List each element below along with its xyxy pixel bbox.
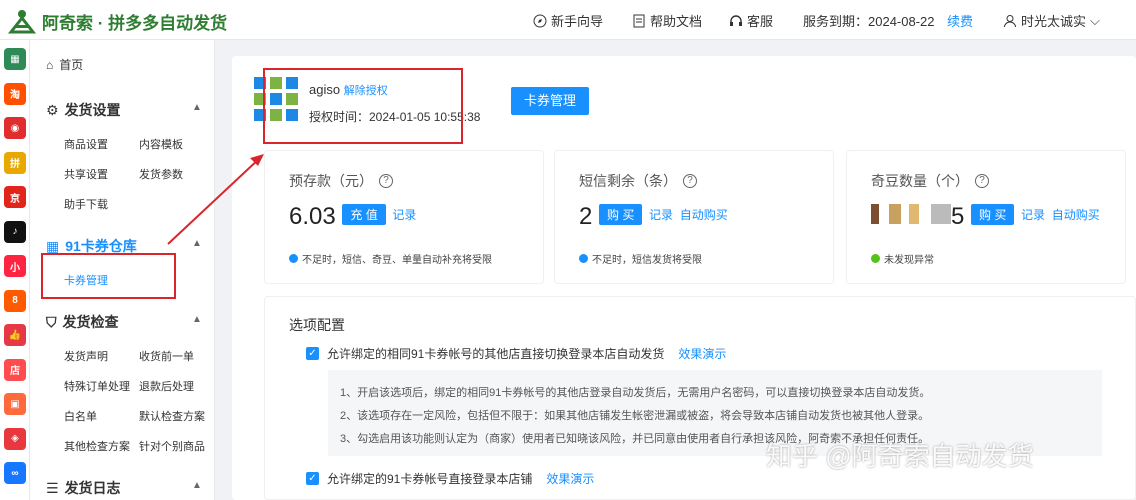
top-header: 阿奇索 · 拼多多自动发货 新手向导 帮助文档 客服 服务到期：2024-08-… [0, 0, 1136, 40]
user-menu[interactable]: 时光太诚实 ⌵ [1003, 11, 1100, 30]
sidebar-item-pre-receipt[interactable]: 收货前一单 [139, 348, 194, 364]
beans-value-row: 5 购 买 记录 自动购买 [871, 203, 1100, 231]
document-icon [633, 14, 645, 27]
checkbox-checked-icon[interactable]: ✓ [306, 347, 319, 360]
service-link[interactable]: 客服 [729, 11, 773, 30]
chevron-down-icon: ⌵ [1090, 12, 1100, 28]
douyin-icon[interactable]: ♪ [4, 220, 26, 243]
deposit-card: 预存款（元）? 6.03 充 值 记录 不足时，短信、奇豆、单量自动补充将受限 [264, 150, 544, 284]
question-icon[interactable]: ? [975, 174, 989, 188]
option-switch-login[interactable]: ✓ 允许绑定的相同91卡券帐号的其他店直接切换登录本店自动发货 效果演示 [306, 345, 726, 362]
highlight-box [41, 253, 176, 299]
store-icon[interactable]: 店 [4, 358, 26, 381]
renew-link[interactable]: 续费 [947, 11, 973, 30]
sidebar-item-ship-statement[interactable]: 发货声明 [64, 348, 108, 364]
question-icon[interactable]: ? [379, 174, 393, 188]
deposit-note: 不足时，短信、奇豆、单量自动补充将受限 [289, 251, 492, 266]
sidebar-section-ship-check[interactable]: ⛉ 发货检查 [46, 312, 119, 332]
link-icon[interactable]: ∞ [4, 462, 26, 484]
gear-icon: ⚙ [46, 101, 59, 118]
beans-card: 奇豆数量（个）? 5 购 买 记录 自动购买 未发现异常 [846, 150, 1126, 284]
sidebar-item-share-settings[interactable]: 共享设置 [64, 166, 108, 182]
compass-icon [533, 14, 547, 27]
beans-title: 奇豆数量（个）? [871, 171, 989, 191]
user-icon [1004, 14, 1016, 27]
beans-auto-buy-link[interactable]: 自动购买 [1052, 208, 1100, 222]
deposit-value: 6.03 [289, 203, 336, 230]
highlight-box [263, 68, 463, 144]
like-icon[interactable]: 👍 [4, 324, 26, 346]
red-arrow [167, 154, 264, 245]
sidebar-item-other-check[interactable]: 其他检查方案 [64, 438, 130, 454]
watermark: 知乎 @阿奇索自动发货 [766, 441, 1034, 471]
grid-icon: ▦ [46, 237, 60, 254]
grid-icon[interactable]: ▦ [4, 48, 26, 70]
sidebar-section-ship-log[interactable]: ☰ 发货日志 [46, 478, 121, 498]
chevron-up-icon[interactable]: ▲ [192, 102, 202, 113]
sms-card: 短信剩余（条）? 2 购 买 记录 自动购买 不足时，短信发货将受限 [554, 150, 834, 284]
sms-value: 2 [579, 203, 593, 230]
xiaohongshu-icon[interactable]: 小 [4, 255, 26, 277]
sidebar-item-refund-handling[interactable]: 退款后处理 [139, 378, 194, 394]
sms-record-link[interactable]: 记录 [649, 208, 673, 222]
docs-link[interactable]: 帮助文档 [632, 11, 702, 30]
desc-line: 2、该选项存在一定风险，包括但不限于：如果其他店铺发生帐密泄漏或被盗，将会导致本… [340, 410, 930, 422]
redacted-value [871, 204, 951, 224]
expiry-text: 服务到期：2024-08-22 [803, 14, 935, 29]
beans-value: 5 [951, 203, 965, 230]
demo-link[interactable]: 效果演示 [546, 470, 594, 487]
platform-rail: ▦ 淘 ◉ 拼京 ♪ 小 8 👍 店 ▣ ◈ ∞ [0, 40, 30, 500]
recharge-button[interactable]: 充 值 [342, 204, 386, 225]
sms-note: 不足时，短信发货将受限 [579, 251, 702, 266]
shop-icon[interactable]: ◉ [4, 117, 26, 139]
sidebar-item-special-orders[interactable]: 特殊订单处理 [64, 378, 130, 394]
logo-icon [8, 10, 36, 34]
jd-icon[interactable]: 京 [4, 186, 26, 208]
tag-icon[interactable]: ◈ [4, 427, 26, 450]
sms-title: 短信剩余（条）? [579, 171, 697, 191]
sidebar-section-ship-settings[interactable]: ⚙ 发货设置 [46, 100, 121, 120]
bag-icon[interactable]: ▣ [4, 393, 26, 415]
deposit-value-row: 6.03 充 值 记录 [289, 203, 416, 231]
kuaishou-icon[interactable]: 8 [4, 289, 26, 312]
taobao-icon[interactable]: 淘 [4, 82, 26, 105]
info-icon [289, 254, 298, 263]
log-icon: ☰ [46, 479, 59, 496]
sidebar-item-product-settings[interactable]: 商品设置 [64, 136, 108, 152]
beans-record-link[interactable]: 记录 [1021, 208, 1045, 222]
deposit-title: 预存款（元）? [289, 171, 393, 191]
pdd-icon[interactable]: 拼 [4, 151, 26, 174]
beans-note: 未发现异常 [871, 251, 934, 266]
question-icon[interactable]: ? [683, 174, 697, 188]
sidebar-item-assistant-download[interactable]: 助手下载 [64, 196, 108, 212]
home-icon: ⌂ [46, 57, 54, 72]
checkbox-checked-icon[interactable]: ✓ [306, 472, 319, 485]
desc-line: 1、开启该选项后，绑定的相同91卡券帐号的其他店登录自动发货后，无需用户名密码，… [340, 387, 931, 399]
sidebar-item-home[interactable]: ⌂ 首页 [46, 56, 83, 73]
card-management-button[interactable]: 卡券管理 [511, 87, 589, 115]
chevron-up-icon[interactable]: ▲ [192, 314, 202, 325]
sms-auto-buy-link[interactable]: 自动购买 [680, 208, 728, 222]
sms-value-row: 2 购 买 记录 自动购买 [579, 203, 728, 231]
sidebar-item-whitelist[interactable]: 白名单 [64, 408, 97, 424]
options-title: 选项配置 [289, 317, 345, 333]
deposit-record-link[interactable]: 记录 [392, 208, 416, 222]
brand-title: 阿奇索 · 拼多多自动发货 [42, 14, 228, 33]
option-direct-login[interactable]: ✓ 允许绑定的91卡券帐号直接登录本店铺 效果演示 [306, 470, 594, 487]
sidebar-item-specific-products[interactable]: 针对个别商品 [139, 438, 205, 454]
sidebar-item-default-check[interactable]: 默认检查方案 [139, 408, 205, 424]
beans-buy-button[interactable]: 购 买 [971, 204, 1015, 225]
guide-link[interactable]: 新手向导 [533, 11, 603, 30]
demo-link[interactable]: 效果演示 [678, 345, 726, 362]
headset-icon [730, 14, 742, 26]
check-circle-icon [871, 254, 880, 263]
info-icon [579, 254, 588, 263]
sms-buy-button[interactable]: 购 买 [599, 204, 643, 225]
chevron-up-icon[interactable]: ▲ [192, 480, 202, 491]
shield-icon: ⛉ [46, 313, 57, 330]
